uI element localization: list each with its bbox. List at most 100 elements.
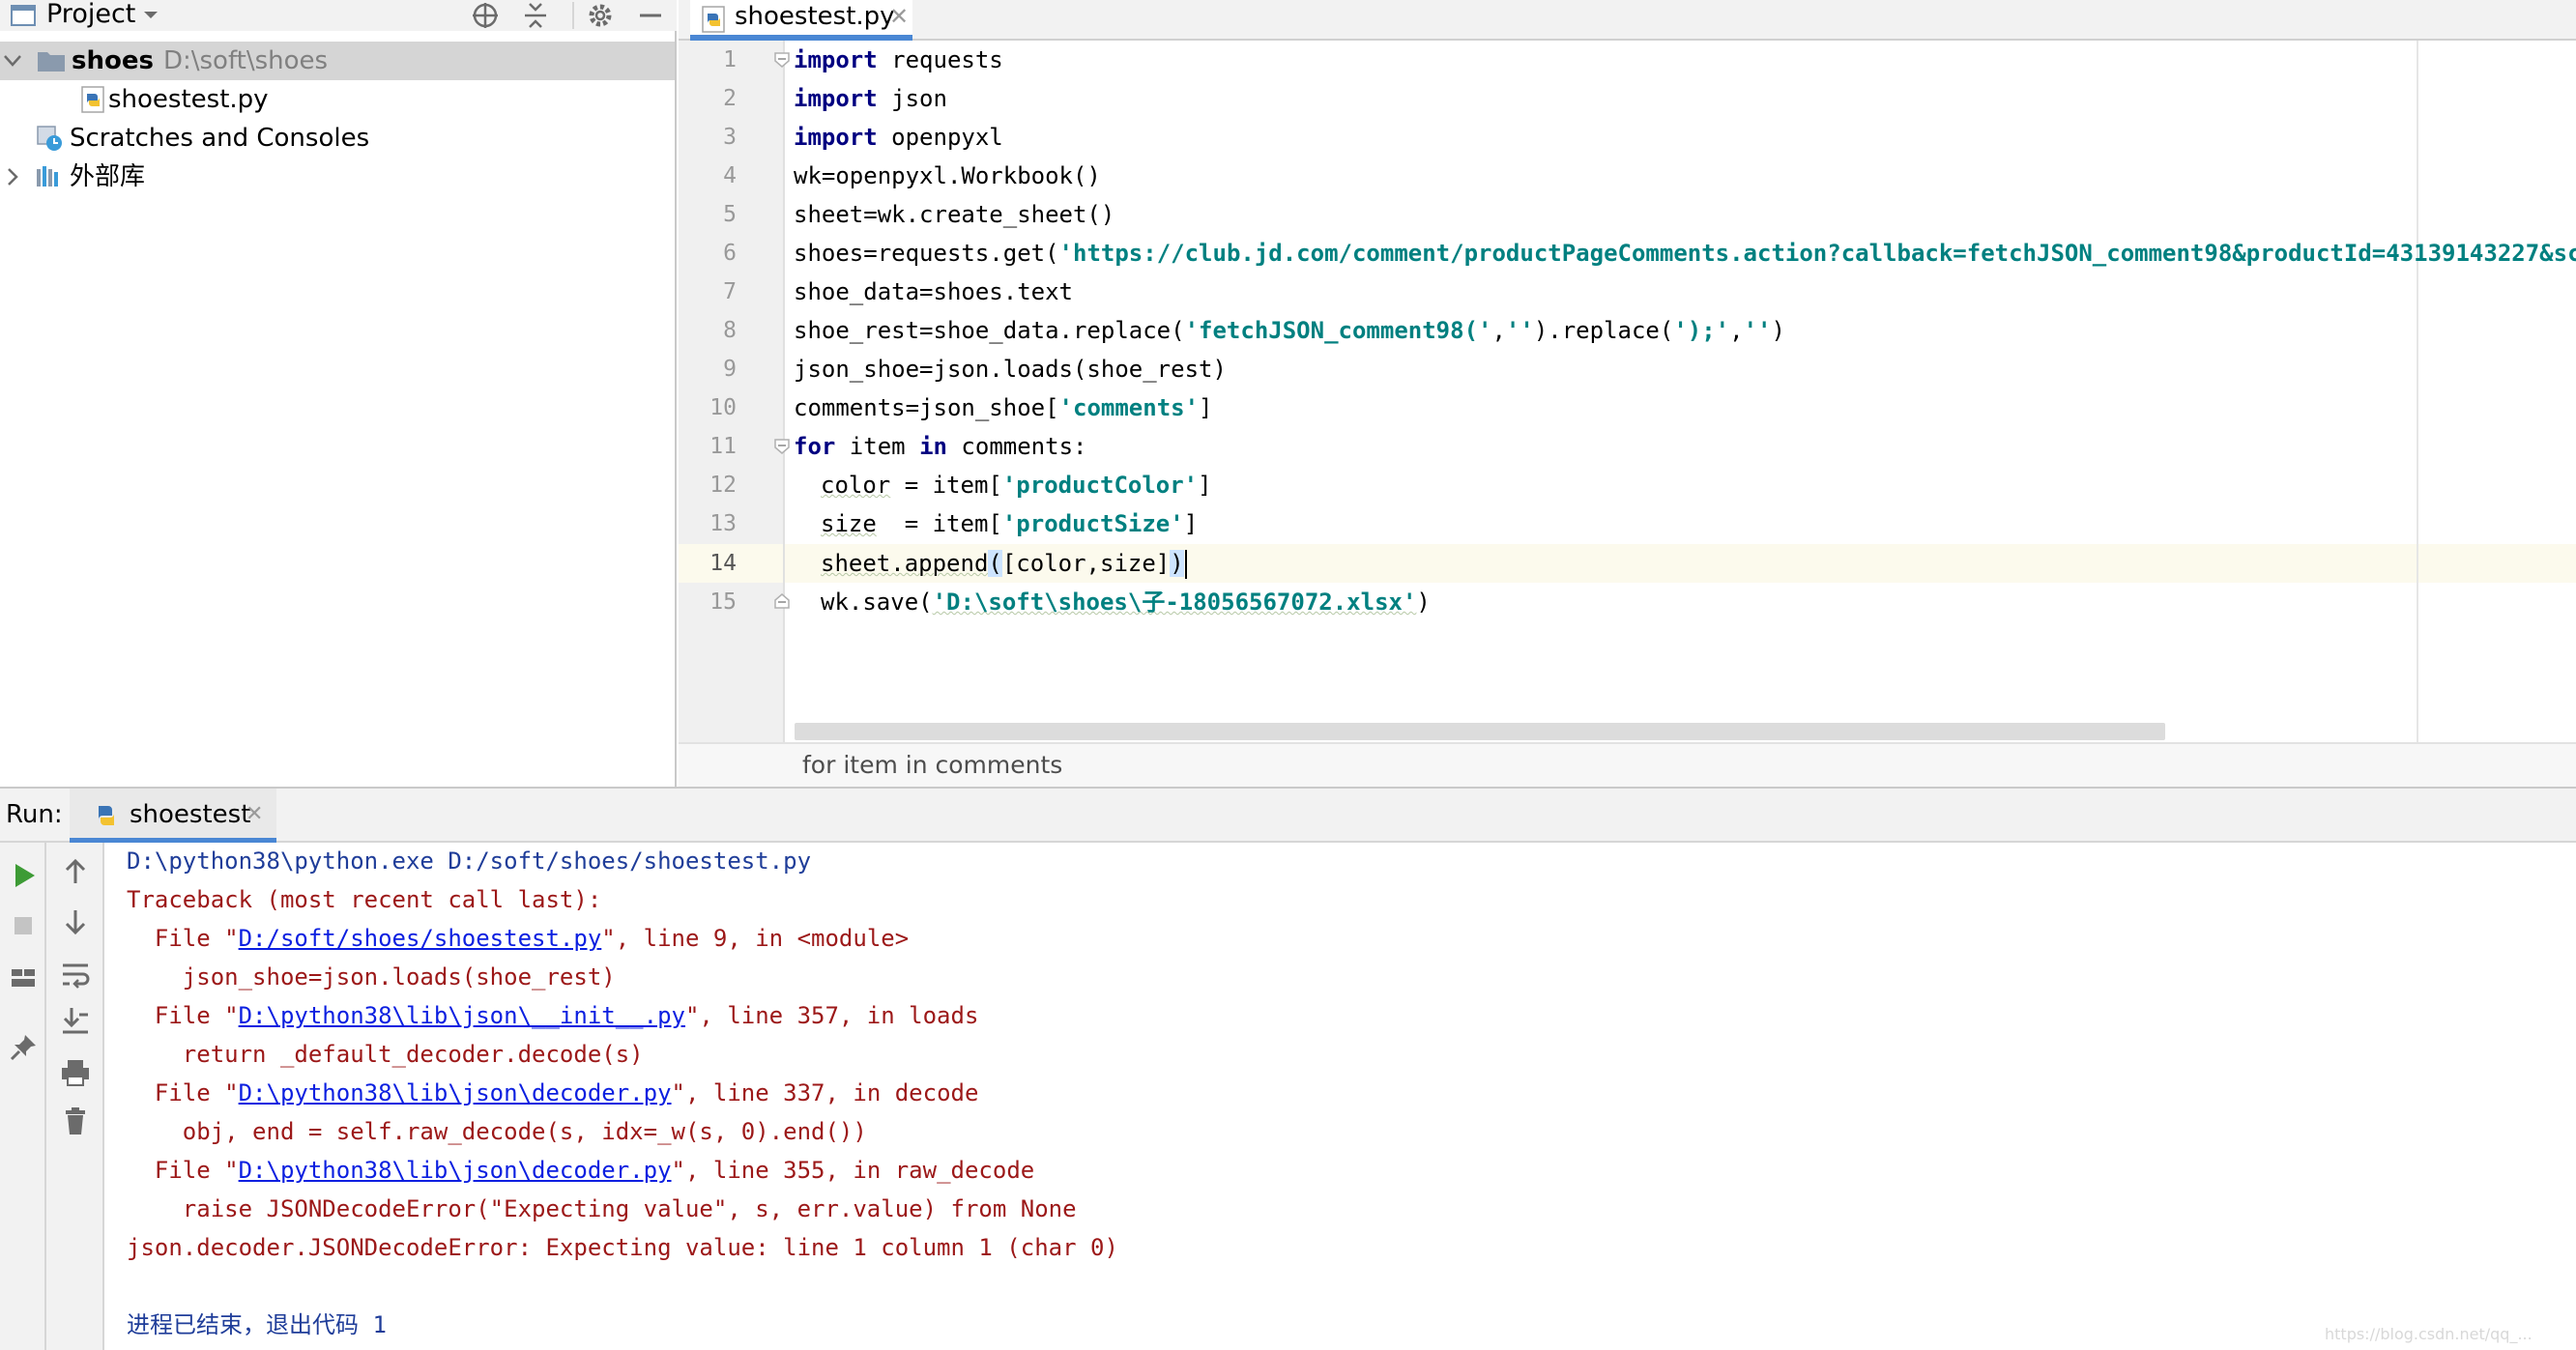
code-line[interactable]: import openpyxl (794, 118, 1003, 157)
code-line[interactable]: for item in comments: (794, 427, 1086, 466)
trash-icon[interactable] (58, 1104, 93, 1138)
breadcrumb[interactable]: for item in comments (802, 748, 1062, 783)
project-tool-window: Project shoes D:\soft\shoes shoestest.py… (0, 0, 677, 787)
code-text: wk.save( (821, 589, 933, 616)
code-line[interactable]: json_shoe=json.loads(shoe_rest) (794, 350, 1227, 388)
code-variable: color (821, 472, 891, 499)
console-exit-code: 1 (372, 1311, 387, 1338)
folder-icon (37, 47, 66, 74)
code-text: ] (1199, 394, 1213, 421)
line-number: 6 (723, 241, 737, 266)
code-text: [color,size] (1001, 550, 1171, 577)
console-text: File " (127, 1002, 239, 1029)
console-file-link[interactable]: D:\python38\lib\json\decoder.py (239, 1079, 672, 1106)
line-number: 10 (709, 395, 737, 420)
console-file-link[interactable]: D:\python38\lib\json\decoder.py (239, 1157, 672, 1184)
scratches-icon (35, 125, 64, 152)
run-tab-label: shoestest (130, 800, 251, 829)
tree-item-scratches[interactable]: Scratches and Consoles (0, 119, 675, 158)
console-text: ", line 337, in decode (671, 1079, 979, 1106)
gear-icon[interactable] (584, 0, 617, 31)
code-text: sheet.append (821, 550, 989, 577)
matched-paren: ( (988, 550, 1002, 577)
chevron-down-icon[interactable] (139, 3, 162, 26)
close-icon[interactable]: ✕ (889, 2, 909, 31)
code-line[interactable]: shoe_data=shoes.text (794, 273, 1073, 311)
run-icon[interactable] (6, 858, 41, 893)
editor-tab-bar: shoestest.py ✕ (679, 0, 2576, 41)
code-text: ) (1416, 589, 1431, 616)
fold-end-marker-icon[interactable] (773, 592, 791, 610)
code-line[interactable]: comments=json_shoe['comments'] (794, 388, 1213, 427)
down-arrow-icon[interactable] (58, 905, 93, 939)
console-exit-text: 进程已结束，退出代码 (127, 1311, 373, 1338)
text-caret (1184, 550, 1187, 579)
code-line[interactable]: size = item['productSize'] (821, 504, 1198, 543)
header-divider (572, 2, 574, 29)
code-line-current[interactable]: sheet.append([color,size]) (821, 544, 1187, 583)
scroll-to-end-icon[interactable] (58, 1003, 93, 1038)
line-number: 7 (723, 279, 737, 304)
minimize-icon[interactable] (634, 0, 667, 31)
tree-item-shoes-folder[interactable]: shoes D:\soft\shoes (0, 42, 675, 80)
matched-paren: ) (1170, 550, 1184, 577)
editor-tab-label: shoestest.py (735, 2, 895, 31)
chevron-down-icon[interactable] (2, 42, 23, 80)
code-text: openpyxl (877, 124, 1003, 151)
code-line[interactable]: shoe_rest=shoe_data.replace('fetchJSON_c… (794, 311, 1785, 350)
code-line[interactable]: shoes=requests.get('https://club.jd.com/… (794, 234, 2576, 273)
string-literal: 'https://club.jd.com/comment/productPage… (1058, 240, 2576, 267)
run-tab-shoestest[interactable]: shoestest ✕ (70, 789, 276, 843)
code-text: = item[ (890, 472, 1002, 499)
up-arrow-icon[interactable] (58, 854, 93, 889)
console-traceback-header: Traceback (most recent call last): (127, 886, 602, 913)
tree-item-external-libraries[interactable]: 外部库 (0, 158, 675, 196)
line-number-current: 14 (709, 551, 737, 576)
console-traceback-frame: File "D:\python38\lib\json\__init__.py",… (127, 996, 979, 1035)
tree-path-shoes: D:\soft\shoes (162, 46, 329, 75)
code-text: wk=openpyxl.Workbook() (794, 162, 1101, 189)
horizontal-scrollbar[interactable] (795, 723, 2165, 740)
string-literal: 'comments' (1058, 394, 1200, 421)
code-line[interactable]: color = item['productColor'] (821, 466, 1212, 504)
soft-wrap-icon[interactable] (58, 957, 93, 991)
line-number: 15 (709, 589, 737, 615)
keyword: for (794, 433, 836, 460)
fold-marker-icon[interactable] (773, 51, 791, 69)
code-text: , (1491, 317, 1506, 344)
code-line[interactable]: import json (794, 79, 947, 118)
tree-item-shoestest-py[interactable]: shoestest.py (0, 80, 675, 119)
fold-marker-icon[interactable] (773, 438, 791, 455)
keyword: in (919, 433, 947, 460)
code-text: json (877, 85, 947, 112)
console-file-link[interactable]: D:/soft/shoes/shoestest.py (239, 925, 602, 952)
code-text: ] (1183, 510, 1199, 537)
string-literal: '' (1743, 317, 1772, 344)
code-line[interactable]: sheet=wk.create_sheet() (794, 195, 1114, 234)
line-number: 2 (723, 86, 737, 111)
python-icon (93, 802, 120, 829)
chevron-right-icon[interactable] (2, 158, 23, 196)
code-text: , (1729, 317, 1744, 344)
print-icon[interactable] (58, 1055, 93, 1090)
watermark: https://blog.csdn.net/qq_... (2325, 1325, 2533, 1343)
line-number: 13 (709, 511, 737, 536)
console-command-line: D:\python38\python.exe D:/soft/shoes/sho… (127, 847, 812, 875)
layout-icon[interactable] (6, 961, 41, 995)
collapse-icon[interactable] (519, 0, 552, 31)
code-line[interactable]: wk=openpyxl.Workbook() (794, 157, 1101, 195)
crosshair-icon[interactable] (469, 0, 502, 31)
console-traceback-code: raise JSONDecodeError("Expecting value",… (127, 1195, 1077, 1222)
pin-icon[interactable] (6, 1030, 41, 1065)
code-line[interactable]: wk.save('D:\soft\shoes\子-18056567072.xls… (821, 583, 1431, 621)
close-icon[interactable]: ✕ (246, 800, 263, 829)
stop-icon[interactable] (6, 908, 41, 943)
console-file-link[interactable]: D:\python38\lib\json\__init__.py (239, 1002, 685, 1029)
console-text: ", line 9, in <module> (601, 925, 910, 952)
line-number: 12 (709, 473, 737, 498)
code-line[interactable]: import requests (794, 41, 1003, 79)
editor-tab-shoestest[interactable]: shoestest.py ✕ (690, 0, 912, 41)
tree-label-scratches: Scratches and Consoles (70, 124, 370, 153)
string-literal: 'productColor' (1001, 472, 1199, 499)
project-title[interactable]: Project (46, 0, 135, 29)
